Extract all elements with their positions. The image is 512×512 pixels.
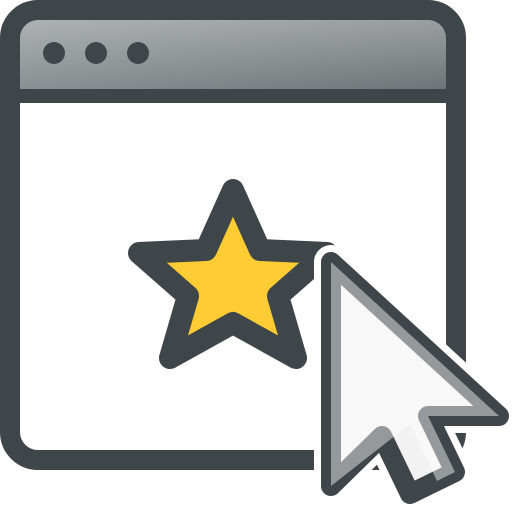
window-control-dot-2 (85, 42, 107, 64)
window-control-dot-3 (127, 42, 149, 64)
icon-svg (0, 0, 512, 511)
window-titlebar-shine (10, 10, 456, 90)
window-control-dot-1 (43, 42, 65, 64)
favorite-webpage-icon (0, 0, 512, 512)
